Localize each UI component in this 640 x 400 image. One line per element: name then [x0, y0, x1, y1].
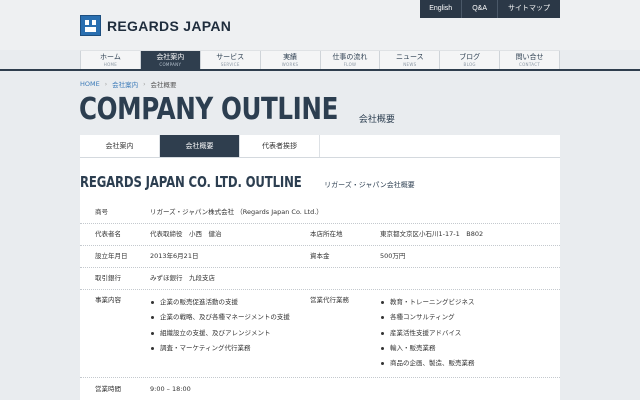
- row-value: みずほ銀行 九段支店: [150, 274, 215, 282]
- utility-link-sitemap[interactable]: サイトマップ: [497, 0, 560, 18]
- nav-sublabel: FLOW: [343, 62, 357, 67]
- table-row: 事業内容 企業の販売促進活動の支援 企業の戦略、及び各種マネージメントの支援 組…: [80, 290, 560, 378]
- nav-divider: [0, 69, 640, 71]
- list-item: 商品の企画、製造、販売業務: [380, 356, 560, 371]
- table-row: 設立年月日 2013年6月21日 資本金 500万円: [80, 246, 560, 268]
- nav-sublabel: CONTACT: [519, 62, 541, 67]
- table-row: 商号 リガーズ・ジャパン株式会社 （Regards Japan Co. Ltd.…: [80, 202, 560, 224]
- nav-sublabel: WORKS: [281, 62, 299, 67]
- row-value: 教育・トレーニングビジネス 各種コンサルティング 産業活性支援アドバイス 輸入・…: [380, 295, 560, 377]
- row-label: 営業代行業務: [310, 296, 349, 304]
- company-outline-table: 商号 リガーズ・ジャパン株式会社 （Regards Japan Co. Ltd.…: [80, 202, 560, 400]
- nav-item-home[interactable]: ホーム HOME: [80, 51, 140, 70]
- list-item: 輸入・販売業務: [380, 341, 560, 356]
- section-title: REGARDS JAPAN CO. LTD. OUTLINE リガーズ・ジャパン…: [80, 173, 415, 191]
- nav-item-service[interactable]: サービス SERVICE: [199, 51, 260, 70]
- content-panel: REGARDS JAPAN CO. LTD. OUTLINE リガーズ・ジャパン…: [80, 158, 560, 400]
- page-title-ja: 会社概要: [358, 115, 395, 125]
- nav-label: 会社案内: [156, 53, 185, 61]
- business-list: 企業の販売促進活動の支援 企業の戦略、及び各種マネージメントの支援 組織設立の支…: [150, 295, 310, 356]
- row-label: 営業時間: [95, 384, 121, 393]
- table-row: 代表者名 代表取締役 小西 健治 本店所在地 東京都文京区小石川1-17-1 B…: [80, 224, 560, 246]
- nav-label: ホーム: [100, 53, 121, 61]
- nav-sublabel: SERVICE: [220, 62, 240, 67]
- utility-nav: English Q&A サイトマップ: [420, 0, 560, 18]
- nav-sublabel: COMPANY: [159, 62, 182, 67]
- breadcrumb-current: 会社概要: [150, 81, 177, 89]
- row-value: 企業の販売促進活動の支援 企業の戦略、及び各種マネージメントの支援 組織設立の支…: [150, 295, 310, 377]
- tab-company-outline[interactable]: 会社概要: [160, 135, 240, 157]
- local-tabs: 会社案内 会社概要 代表者挨拶: [80, 135, 560, 157]
- breadcrumb-separator-icon: ›: [143, 80, 146, 88]
- row-value: 代表取締役 小西 健治: [150, 230, 222, 238]
- list-item: 各種コンサルティング: [380, 310, 560, 325]
- section-title-en: REGARDS JAPAN CO. LTD. OUTLINE: [80, 173, 302, 191]
- global-nav: ホーム HOME 会社案内 COMPANY サービス SERVICE 実績 WORKS …: [80, 50, 560, 70]
- page-title-en: COMPANY OUTLINE: [79, 92, 338, 127]
- agency-list: 教育・トレーニングビジネス 各種コンサルティング 産業活性支援アドバイス 輸入・…: [380, 295, 560, 371]
- list-item: 教育・トレーニングビジネス: [380, 295, 560, 310]
- tab-ceo-message[interactable]: 代表者挨拶: [240, 135, 320, 157]
- nav-label: 問い合せ: [515, 53, 544, 61]
- nav-sublabel: NEWS: [403, 62, 417, 67]
- row-label: 取引銀行: [95, 274, 121, 282]
- row-value: 9:00 – 18:00: [150, 384, 191, 393]
- section-title-ja: リガーズ・ジャパン会社概要: [324, 181, 415, 189]
- breadcrumb-company[interactable]: 会社案内: [112, 79, 138, 89]
- nav-label: 仕事の流れ: [332, 53, 368, 61]
- list-item: 組織設立の支援、及びアレンジメント: [150, 326, 310, 341]
- brand-name: REGARDS JAPAN: [107, 17, 232, 34]
- header: REGARDS JAPAN English Q&A サイトマップ: [0, 0, 640, 50]
- list-item: 調査・マーケティング代行業務: [150, 341, 310, 356]
- list-item: 企業の戦略、及び各種マネージメントの支援: [150, 310, 310, 325]
- nav-label: ニュース: [395, 53, 424, 61]
- row-value: 東京都文京区小石川1-17-1 B802: [380, 230, 484, 238]
- utility-link-english[interactable]: English: [420, 0, 462, 18]
- row-value: 500万円: [380, 252, 406, 260]
- nav-item-contact[interactable]: 問い合せ CONTACT: [499, 51, 560, 70]
- breadcrumb-home[interactable]: HOME: [80, 80, 100, 88]
- page-title: COMPANY OUTLINE 会社概要: [79, 93, 395, 127]
- nav-sublabel: HOME: [103, 62, 118, 67]
- nav-label: サービス: [216, 53, 245, 61]
- nav-item-company[interactable]: 会社案内 COMPANY: [139, 51, 200, 70]
- nav-item-blog[interactable]: ブログ BLOG: [439, 51, 499, 70]
- nav-item-works[interactable]: 実績 WORKS: [259, 51, 320, 70]
- row-label: 設立年月日: [95, 252, 128, 260]
- row-value: 2013年6月21日: [150, 252, 199, 260]
- site-logo[interactable]: REGARDS JAPAN: [80, 15, 231, 36]
- nav-sublabel: BLOG: [463, 62, 476, 67]
- nav-label: ブログ: [459, 53, 481, 61]
- tab-company-guide[interactable]: 会社案内: [80, 135, 160, 157]
- table-row: 取引銀行 みずほ銀行 九段支店: [80, 268, 560, 290]
- row-value: リガーズ・ジャパン株式会社 （Regards Japan Co. Ltd.）: [150, 208, 323, 216]
- utility-link-qa[interactable]: Q&A: [461, 0, 497, 18]
- row-label: 資本金: [310, 252, 330, 260]
- row-label: 本店所在地: [310, 230, 343, 238]
- breadcrumb-separator-icon: ›: [104, 80, 108, 88]
- row-label: 事業内容: [95, 296, 121, 304]
- nav-item-news[interactable]: ニュース NEWS: [379, 51, 439, 70]
- row-label: 代表者名: [95, 230, 121, 238]
- list-item: 産業活性支援アドバイス: [380, 326, 560, 341]
- table-row: 営業時間 9:00 – 18:00: [80, 378, 560, 400]
- breadcrumb: HOME › 会社案内 › 会社概要: [80, 79, 177, 89]
- row-label: 商号: [95, 208, 108, 216]
- nav-item-flow[interactable]: 仕事の流れ FLOW: [319, 51, 380, 70]
- nav-label: 実績: [283, 53, 298, 61]
- list-item: 企業の販売促進活動の支援: [150, 295, 310, 310]
- logo-mark-icon: [80, 15, 101, 36]
